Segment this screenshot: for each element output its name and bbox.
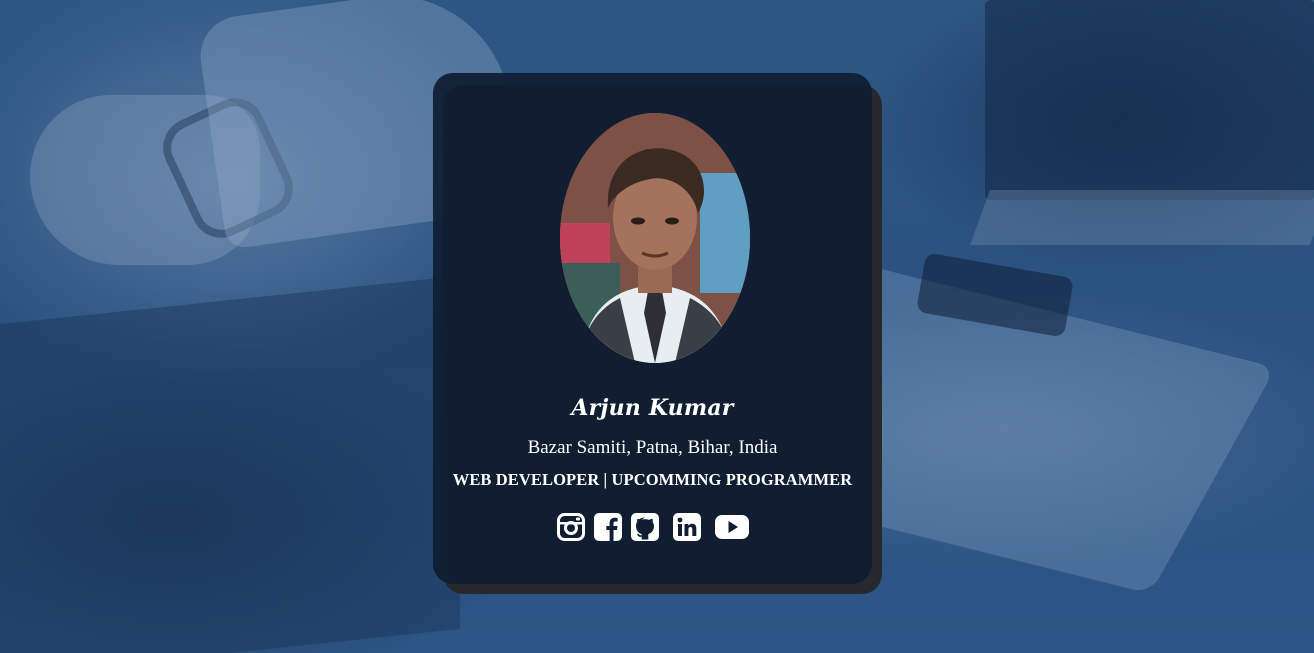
profile-location: Bazar Samiti, Patna, Bihar, India: [527, 437, 778, 458]
profile-name: Arjun Kumar: [571, 395, 734, 421]
facebook-icon: [593, 513, 622, 541]
linkedin-icon: [672, 513, 701, 541]
youtube-icon: [714, 515, 749, 539]
avatar: [560, 113, 750, 363]
linkedin-link[interactable]: [672, 513, 701, 541]
social-links: [433, 513, 872, 541]
github-icon: [630, 513, 659, 541]
facebook-link[interactable]: [593, 513, 622, 541]
avatar-portrait-image: [560, 113, 750, 363]
youtube-link[interactable]: [714, 513, 749, 541]
background-desk-shape: [0, 275, 460, 653]
github-link[interactable]: [630, 513, 659, 541]
profile-card: Arjun Kumar Bazar Samiti, Patna, Bihar, …: [433, 73, 872, 584]
background-laptop-base-shape: [969, 190, 1314, 245]
instagram-icon: [556, 513, 585, 541]
background-laptop-shape: [985, 0, 1314, 200]
instagram-link[interactable]: [556, 513, 585, 541]
profile-role: WEB DEVELOPER | UPCOMMING PROGRAMMER: [452, 470, 853, 489]
